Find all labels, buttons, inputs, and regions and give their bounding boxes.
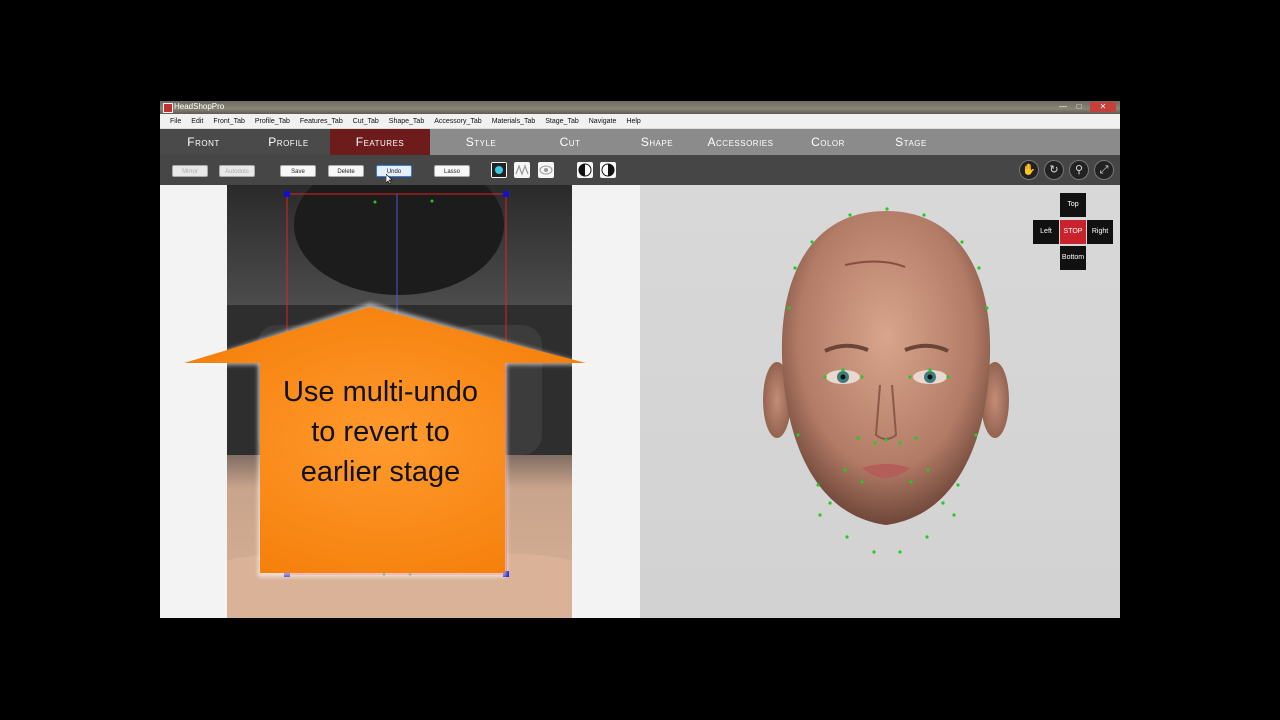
nav-bottom-button[interactable]: Bottom: [1060, 246, 1086, 270]
head-model: [763, 207, 1009, 554]
menu-front-tab[interactable]: Front_Tab: [213, 118, 245, 125]
nav-left-button[interactable]: Left: [1033, 220, 1059, 244]
callout-text: Use multi-undo to revert to earlier stag…: [282, 376, 479, 488]
eye-icon[interactable]: [538, 162, 554, 178]
mirror-button[interactable]: Mirror: [172, 165, 208, 177]
save-button[interactable]: Save: [280, 165, 316, 177]
half-circle-left-icon[interactable]: [577, 162, 593, 178]
zoom-icon[interactable]: ⚲: [1069, 160, 1089, 180]
menu-file[interactable]: File: [170, 118, 181, 125]
3d-viewport[interactable]: Top Left STOP Right Bottom: [640, 185, 1120, 618]
mouse-cursor-icon: [386, 174, 393, 184]
nav-right-button[interactable]: Right: [1087, 220, 1113, 244]
tab-cut[interactable]: Cut: [535, 129, 605, 155]
tab-profile[interactable]: Profile: [247, 129, 330, 155]
tab-features[interactable]: Features: [330, 129, 430, 155]
minimize-button[interactable]: —: [1056, 102, 1070, 112]
delete-button[interactable]: Delete: [328, 165, 364, 177]
maximize-button[interactable]: □: [1072, 102, 1086, 112]
menu-navigate[interactable]: Navigate: [589, 118, 617, 125]
tab-stage[interactable]: Stage: [878, 129, 944, 155]
app-icon: [163, 103, 173, 113]
hair-shape: [294, 185, 504, 295]
lasso-button[interactable]: Lasso: [434, 165, 470, 177]
tab-color[interactable]: Color: [795, 129, 861, 155]
tab-style[interactable]: Style: [445, 129, 517, 155]
tab-front[interactable]: Front: [160, 129, 247, 155]
feature-toolbar: Mirror Autodots Save Delete Undo Lasso ✋…: [160, 155, 1120, 185]
tab-accessories[interactable]: Accessories: [698, 129, 783, 155]
menu-materials-tab[interactable]: Materials_Tab: [492, 118, 536, 125]
menu-help[interactable]: Help: [626, 118, 640, 125]
title-bar: HeadShopPro — □ ✕: [160, 101, 1120, 114]
photo-view[interactable]: Use multi-undo to revert to earlier stag…: [160, 185, 640, 618]
window-title: HeadShopPro: [174, 102, 225, 111]
app-window: HeadShopPro — □ ✕ File Edit Front_Tab Pr…: [160, 101, 1120, 618]
menu-accessory-tab[interactable]: Accessory_Tab: [434, 118, 481, 125]
wave-icon[interactable]: [514, 162, 530, 178]
main-tab-bar: Front Profile Features Style Cut Shape A…: [160, 129, 1120, 155]
close-button[interactable]: ✕: [1090, 102, 1116, 112]
menu-features-tab[interactable]: Features_Tab: [300, 118, 343, 125]
fit-icon[interactable]: ⤢: [1094, 160, 1114, 180]
menu-bar: File Edit Front_Tab Profile_Tab Features…: [160, 114, 1120, 129]
menu-stage-tab[interactable]: Stage_Tab: [545, 118, 578, 125]
nav-top-button[interactable]: Top: [1060, 193, 1086, 217]
dot-mode-icon[interactable]: [491, 162, 507, 178]
hand-icon[interactable]: ✋: [1019, 160, 1039, 180]
nav-stop-button[interactable]: STOP: [1060, 220, 1086, 244]
menu-cut-tab[interactable]: Cut_Tab: [353, 118, 379, 125]
menu-profile-tab[interactable]: Profile_Tab: [255, 118, 290, 125]
tab-shape[interactable]: Shape: [622, 129, 692, 155]
menu-shape-tab[interactable]: Shape_Tab: [389, 118, 424, 125]
undo-button[interactable]: Undo: [376, 165, 412, 177]
menu-edit[interactable]: Edit: [191, 118, 203, 125]
half-circle-right-icon[interactable]: [600, 162, 616, 178]
rotate-icon[interactable]: ↻: [1044, 160, 1064, 180]
autodots-button[interactable]: Autodots: [219, 165, 255, 177]
